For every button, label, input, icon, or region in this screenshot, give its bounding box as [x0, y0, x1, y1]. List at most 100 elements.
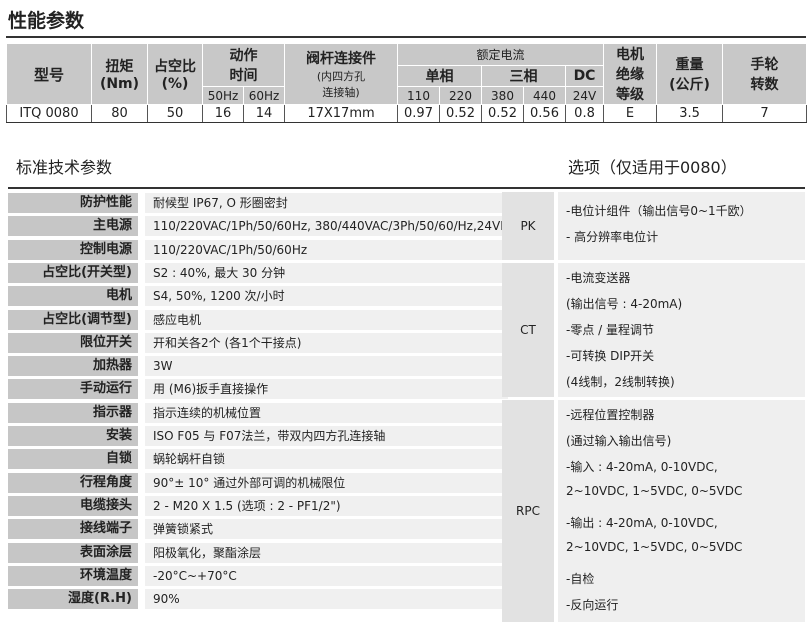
header-440: 440 [523, 86, 566, 105]
spec-label: 电缆接头 [8, 495, 138, 516]
spec-value: 阳极氧化，聚酯涂层 [145, 542, 508, 563]
options-rule [502, 187, 805, 189]
title-rule [6, 36, 806, 38]
spec-row: 湿度(R.H) 90% [8, 589, 508, 610]
option-description: -远程位置控制器 (通过输入输出信号) -输入 : 4-20mA, 0-10VDC,… [558, 400, 805, 622]
option-description: -电位计组件（输出信号0~1千欧） - 高分辨率电位计 [558, 192, 805, 260]
spec-label: 占空比(调节型) [8, 309, 138, 330]
spec-row: 行程角度 90°± 10° 通过外部可调的机械限位 [8, 472, 508, 493]
spec-label: 接线端子 [8, 519, 138, 540]
spec-row: 接线端子 弹簧锁紧式 [8, 519, 508, 540]
option-line: (输出信号 : 4-20mA) [566, 297, 683, 311]
options-title: 选项（仅适用于0080） [568, 158, 737, 177]
option-description: -电流变送器 (输出信号 : 4-20mA) -零点 / 量程调节 -可转换 DIP开… [558, 263, 805, 397]
header-ins-1: 电机 [616, 47, 645, 63]
spec-row: 防护性能 耐候型 IP67, O 形圈密封 [8, 193, 508, 213]
spec-row: 占空比(开关型) S2 : 40%, 最大 30 分钟 [8, 262, 508, 283]
header-torque-label: 扭矩 [105, 59, 134, 75]
header-duty: 占空比 (%) [147, 43, 203, 105]
spec-value: S4, 50%, 1200 次/小时 [145, 286, 508, 307]
option-line: -自检 [566, 572, 595, 586]
header-stem: 阀杆连接件 (内四方孔 连接轴) [284, 43, 398, 105]
section-title: 性能参数 [8, 10, 85, 32]
spec-row: 自锁 蜗轮蜗杆自锁 [8, 449, 508, 470]
spec-value: 3W [145, 356, 508, 377]
spec-value: ISO F05 与 F07法兰，带双内四方孔连接轴 [145, 426, 508, 446]
header-dc: DC [564, 65, 605, 87]
spec-row: 指示器 指示连续的机械位置 [8, 402, 508, 423]
header-duty-label: 占空比 [154, 59, 196, 75]
spec-row: 加热器 3W [8, 356, 508, 377]
header-stem-sub: (内四方孔 [316, 70, 366, 83]
header-weight-unit: (公斤) [669, 77, 710, 93]
spec-value: 弹簧锁紧式 [145, 519, 508, 540]
spec-label: 主电源 [8, 216, 138, 237]
cell-50hz: 16 [202, 104, 244, 123]
cell-handwheel: 7 [722, 104, 808, 123]
spec-row: 占空比(调节型) 感应电机 [8, 309, 508, 330]
header-weight-label: 重量 [675, 57, 704, 73]
header-50hz: 50Hz [202, 86, 244, 105]
header-stem-sub2: 连接轴) [322, 86, 360, 99]
header-24v: 24V [564, 86, 605, 105]
spec-value: 2 - M20 X 1.5 (选项 : 2 - PF1/2") [145, 495, 508, 516]
option-line: - 高分辨率电位计 [566, 230, 659, 244]
cell-weight: 3.5 [656, 104, 724, 123]
spec-label: 占空比(开关型) [8, 262, 138, 283]
spec-label: 表面涂层 [8, 542, 138, 563]
option-line: -零点 / 量程调节 [566, 323, 655, 337]
spec-label: 加热器 [8, 356, 138, 377]
header-torque: 扭矩 (Nm) [91, 43, 148, 105]
specs-rule [8, 187, 508, 189]
cell-380: 0.52 [481, 104, 524, 123]
spec-value: 蜗轮蜗杆自锁 [145, 449, 508, 470]
option-line: -远程位置控制器 [566, 408, 655, 422]
spec-value: 110/220VAC/1Ph/50/60Hz [145, 239, 508, 260]
option-line: 2~10VDC, 1~5VDC, 0~5VDC [566, 484, 743, 498]
spec-row: 主电源 110/220VAC/1Ph/50/60Hz, 380/440VAC/3P… [8, 216, 508, 237]
header-three-phase: 三相 [481, 65, 566, 87]
spec-value: 用 (M6)扳手直接操作 [145, 379, 508, 400]
spec-label: 电机 [8, 286, 138, 307]
spec-row: 电缆接头 2 - M20 X 1.5 (选项 : 2 - PF1/2") [8, 495, 508, 516]
cell-torque: 80 [91, 104, 148, 123]
cell-insulation: E [603, 104, 658, 123]
option-line: -输出 : 4-20mA, 0-10VDC, [566, 516, 718, 530]
spec-row: 电机 S4, 50%, 1200 次/小时 [8, 286, 508, 307]
table-row: ITQ 0080 80 50 16 14 17X17mm 0.97 0.52 0… [6, 104, 808, 123]
cell-duty: 50 [147, 104, 203, 123]
header-220: 220 [439, 86, 482, 105]
option-line: -可转换 DIP开关 [566, 349, 655, 363]
spec-label: 安装 [8, 426, 138, 446]
header-single-phase: 单相 [397, 65, 482, 87]
specs-title: 标准技术参数 [16, 158, 113, 177]
header-ins-2: 绝缘 [616, 67, 645, 83]
spec-value: 110/220VAC/1Ph/50/60Hz, 380/440VAC/3Ph/5… [145, 216, 508, 237]
spec-value: 90°± 10° 通过外部可调的机械限位 [145, 472, 508, 493]
option-code: RPC [502, 400, 554, 622]
header-ins-3: 等级 [616, 87, 645, 103]
cell-220: 0.52 [439, 104, 482, 123]
cell-110: 0.97 [397, 104, 440, 123]
option-code: CT [502, 263, 554, 397]
spec-value: 90% [145, 589, 508, 610]
header-weight: 重量 (公斤) [656, 43, 724, 105]
spec-value: 指示连续的机械位置 [145, 402, 508, 423]
spec-row: 手动运行用 (M6)扳手直接操作 [8, 379, 508, 400]
spec-row: 限位开关 开和关各2个 (各1个干接点) [8, 332, 508, 353]
spec-label: 手动运行 [8, 379, 138, 400]
option-line: -反向运行 [566, 598, 619, 612]
spec-label: 环境温度 [8, 565, 138, 586]
spec-value: -20°C~+70°C [145, 565, 508, 586]
header-hw-1: 手轮 [750, 57, 779, 73]
option-line: (通过输入输出信号) [566, 434, 672, 448]
cell-60hz: 14 [243, 104, 285, 123]
performance-table: 型号 扭矩 (Nm) 占空比 (%) 动作 时间 阀杆连接件 (内四方孔 连接轴… [6, 43, 808, 123]
header-insulation: 电机 绝缘 等级 [603, 43, 658, 105]
header-action-label: 动作 [229, 48, 258, 64]
header-torque-unit: (Nm) [99, 76, 140, 92]
spec-row: 环境温度 -20°C~+70°C [8, 565, 508, 586]
spec-label: 自锁 [8, 449, 138, 470]
header-380: 380 [481, 86, 524, 105]
spec-row: 控制电源 110/220VAC/1Ph/50/60Hz [8, 239, 508, 260]
